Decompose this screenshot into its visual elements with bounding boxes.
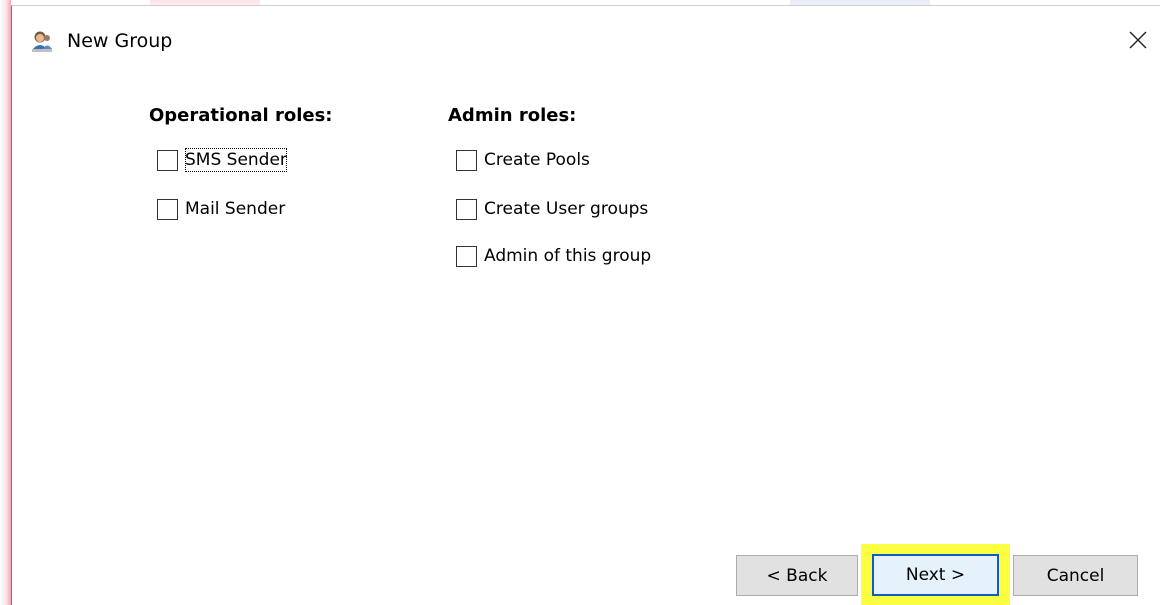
operational-roles-heading: Operational roles: <box>149 105 333 126</box>
new-group-dialog: New Group Operational roles: SMS Sender … <box>11 5 1160 605</box>
close-icon <box>1129 31 1147 53</box>
close-button[interactable] <box>1116 22 1160 62</box>
checkbox-create-pools[interactable]: Create Pools <box>456 147 590 173</box>
cancel-button[interactable]: Cancel <box>1013 555 1138 596</box>
title-bar: New Group <box>12 6 1160 76</box>
checkbox-box[interactable] <box>456 198 477 220</box>
admin-roles-heading: Admin roles: <box>448 105 577 126</box>
checkbox-box[interactable] <box>456 149 477 171</box>
page-edge-accent <box>0 0 11 605</box>
users-group-icon <box>30 29 54 53</box>
dialog-title: New Group <box>67 30 173 52</box>
checkbox-admin-of-this-group[interactable]: Admin of this group <box>456 243 651 269</box>
checkbox-label: SMS Sender <box>185 148 287 172</box>
checkbox-create-user-groups[interactable]: Create User groups <box>456 196 648 222</box>
next-button[interactable]: Next > <box>872 554 999 596</box>
checkbox-mail-sender[interactable]: Mail Sender <box>157 196 285 222</box>
checkbox-label: Mail Sender <box>185 199 286 219</box>
checkbox-label: Admin of this group <box>484 246 652 266</box>
checkbox-sms-sender[interactable]: SMS Sender <box>157 147 287 173</box>
checkbox-label: Create User groups <box>484 199 649 219</box>
checkbox-box[interactable] <box>157 149 178 171</box>
checkbox-box[interactable] <box>456 245 477 267</box>
back-button[interactable]: < Back <box>736 555 858 596</box>
checkbox-box[interactable] <box>157 198 178 220</box>
checkbox-label: Create Pools <box>484 150 590 170</box>
